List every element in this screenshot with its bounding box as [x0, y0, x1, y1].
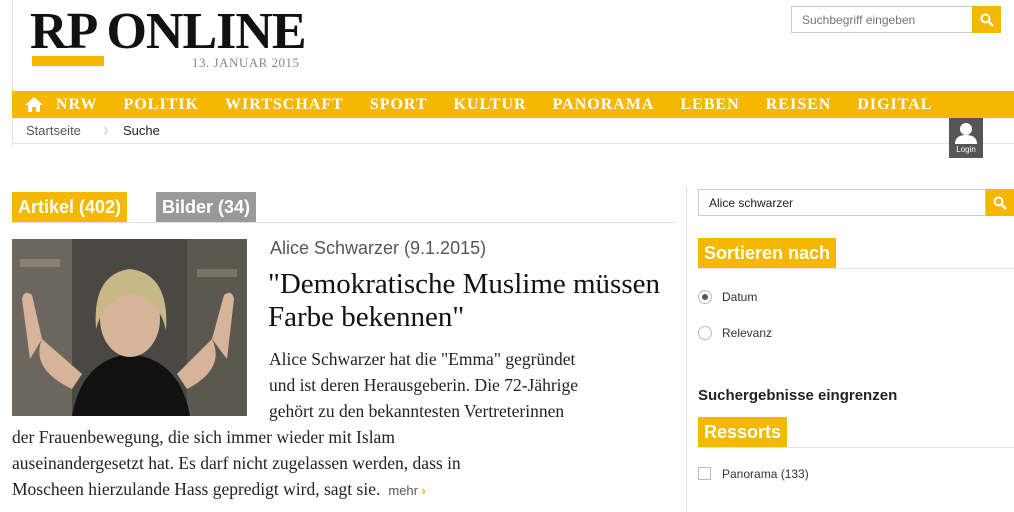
- article-teaser-line: gehört zu den bekanntesten Vertreterinne…: [269, 401, 565, 421]
- login-label: Login: [956, 145, 976, 154]
- nav-item-sport[interactable]: SPORT: [370, 96, 428, 114]
- article-teaser-line: und ist deren Herausgeberin. Die 72-Jähr…: [269, 375, 579, 395]
- home-icon: [25, 97, 43, 112]
- more-link[interactable]: mehr ›: [385, 483, 426, 498]
- sidebar-search: [698, 189, 986, 216]
- refine-heading: Suchergebnisse eingrenzen: [698, 387, 898, 404]
- article-kicker: Alice Schwarzer (9.1.2015): [270, 238, 487, 258]
- nav-item-nrw[interactable]: NRW: [56, 96, 98, 114]
- breadcrumb-separator-icon: ›: [103, 120, 109, 140]
- nav-item-kultur[interactable]: KULTUR: [454, 96, 527, 114]
- page: RP ONLINE 13. JANUAR 2015 NRW POLITIK WI…: [0, 0, 1014, 512]
- chevron-right-icon: ›: [421, 483, 426, 498]
- ressorts-heading: Ressorts: [698, 417, 788, 447]
- sidebar-search-input[interactable]: [699, 190, 954, 215]
- tab-divider: [12, 222, 676, 223]
- sidebar-divider: [686, 187, 687, 512]
- logo-underline: [32, 56, 104, 66]
- main-navigation: NRW POLITIK WIRTSCHAFT SPORT KULTUR PANO…: [12, 91, 1014, 118]
- article-teaser-line: Alice Schwarzer hat die "Emma" gegründet: [269, 349, 576, 369]
- nav-item-reisen[interactable]: REISEN: [766, 96, 832, 114]
- header-search-input[interactable]: [792, 7, 972, 32]
- more-label: mehr: [388, 483, 418, 498]
- sort-option-datum[interactable]: Datum: [722, 290, 757, 304]
- article-teaser-line: der Frauenbewegung, die sich immer wiede…: [12, 427, 395, 447]
- sidebar-search-button[interactable]: [986, 189, 1014, 216]
- breadcrumb-home[interactable]: Startseite: [26, 123, 81, 138]
- nav-home[interactable]: [12, 91, 56, 118]
- header-search: [791, 6, 1001, 33]
- article-headline[interactable]: "Demokratische Muslime müssen Farbe beke…: [268, 268, 678, 334]
- tab-images[interactable]: Bilder (34): [156, 192, 257, 222]
- user-icon: [955, 123, 977, 144]
- breadcrumb-current: Suche: [123, 123, 160, 138]
- article-photo-image: [12, 239, 247, 416]
- login-button[interactable]: Login: [949, 118, 983, 158]
- header-date: 13. JANUAR 2015: [192, 55, 300, 70]
- nav-item-leben[interactable]: LEBEN: [680, 96, 739, 114]
- article-teaser-last-line: Moscheen hierzulande Hass gepredigt wird…: [12, 476, 426, 504]
- search-icon: [980, 13, 994, 27]
- ressort-option-panorama[interactable]: Panorama (133): [722, 467, 809, 481]
- article-teaser-line: auseinandergesetzt hat. Es darf nicht zu…: [12, 453, 461, 473]
- header-search-button[interactable]: [972, 6, 1001, 33]
- tab-articles[interactable]: Artikel (402): [12, 192, 128, 222]
- logo-text: RP ONLINE: [30, 3, 307, 60]
- ressorts-heading-line: [698, 447, 1014, 448]
- nav-item-panorama[interactable]: PANORAMA: [553, 96, 655, 114]
- sort-radio-relevanz[interactable]: [698, 326, 712, 340]
- search-icon: [993, 196, 1007, 210]
- sort-heading-line: [698, 268, 1014, 269]
- nav-item-wirtschaft[interactable]: WIRTSCHAFT: [225, 96, 344, 114]
- ressort-checkbox-panorama[interactable]: [698, 467, 711, 480]
- sort-radio-datum[interactable]: [698, 290, 712, 304]
- article-photo[interactable]: [12, 239, 247, 416]
- nav-item-digital[interactable]: DIGITAL: [857, 96, 932, 114]
- sort-heading: Sortieren nach: [698, 238, 837, 268]
- breadcrumb: Startseite › Suche: [12, 118, 1014, 144]
- sort-option-relevanz[interactable]: Relevanz: [722, 326, 772, 340]
- nav-item-politik[interactable]: POLITIK: [124, 96, 199, 114]
- article-teaser-line: Moscheen hierzulande Hass gepredigt wird…: [12, 479, 381, 499]
